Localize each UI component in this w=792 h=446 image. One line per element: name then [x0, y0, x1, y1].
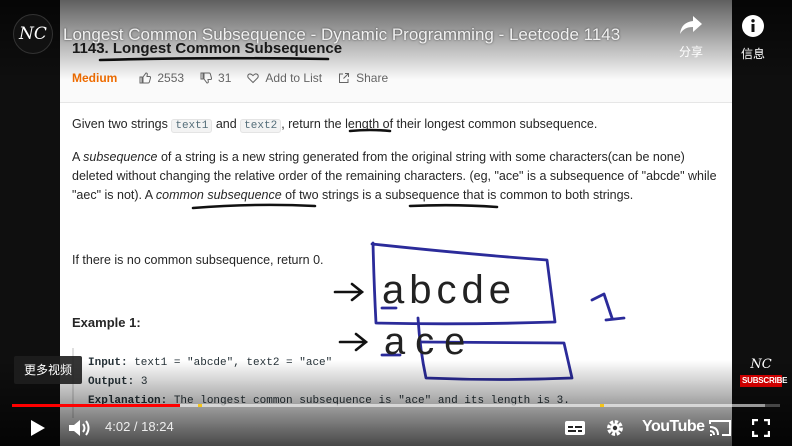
watermark-logo: NC: [750, 357, 772, 372]
underline-common-subsequence: [191, 203, 317, 210]
play-button[interactable]: [24, 414, 52, 442]
gear-icon: [607, 420, 623, 436]
subtitles-icon: [565, 421, 585, 435]
video-frame[interactable]: 1143. Longest Common Subsequence Medium …: [60, 0, 732, 446]
subscribe-badge: SUBSCRIBE: [740, 375, 788, 387]
underline-subsequence: [408, 203, 499, 209]
time-display: 4:02 / 18:24: [105, 419, 174, 434]
channel-avatar[interactable]: NC: [13, 14, 53, 54]
progress-bar[interactable]: [12, 404, 780, 407]
subtitles-button[interactable]: [562, 414, 588, 442]
fullscreen-button[interactable]: [748, 414, 774, 442]
answer-one-stroke: [590, 292, 626, 322]
control-bar: 4:02 / 18:24 YouTube: [0, 410, 792, 446]
cast-button[interactable]: [706, 414, 734, 442]
cast-icon: [709, 420, 731, 436]
info-button[interactable]: 信息: [730, 14, 776, 62]
video-player[interactable]: 1143. Longest Common Subsequence Medium …: [0, 0, 792, 446]
video-title[interactable]: Longest Common Subsequence - Dynamic Pro…: [63, 25, 620, 45]
play-icon: [31, 420, 45, 436]
arrow-1: [333, 282, 365, 302]
underline-length: [348, 128, 392, 133]
arrow-2: [338, 332, 369, 352]
info-icon: [742, 15, 764, 37]
volume-icon: [69, 420, 90, 436]
chapter-marker: [600, 404, 604, 407]
underline-title: [98, 56, 330, 62]
volume-button[interactable]: [64, 414, 96, 442]
handwritten-string1: abcde: [382, 268, 516, 312]
chapter-marker: [198, 404, 202, 407]
settings-button[interactable]: [602, 414, 628, 442]
info-button-label: 信息: [740, 47, 765, 61]
more-videos-button[interactable]: 更多视频: [14, 356, 83, 384]
handwritten-annotations: abcde ace: [98, 56, 626, 381]
time-total: 18:24: [141, 419, 174, 434]
share-arrow-icon: [680, 16, 702, 34]
share-button-label: 分享: [678, 45, 703, 59]
time-current: 4:02: [105, 419, 131, 434]
youtube-logo-button[interactable]: YouTube: [642, 418, 705, 436]
share-button[interactable]: 分享: [668, 14, 714, 60]
played-bar: [12, 404, 181, 407]
handwritten-string2: ace: [384, 321, 475, 363]
fullscreen-icon: [752, 419, 770, 437]
channel-watermark[interactable]: NC SUBSCRIBE: [740, 357, 788, 387]
